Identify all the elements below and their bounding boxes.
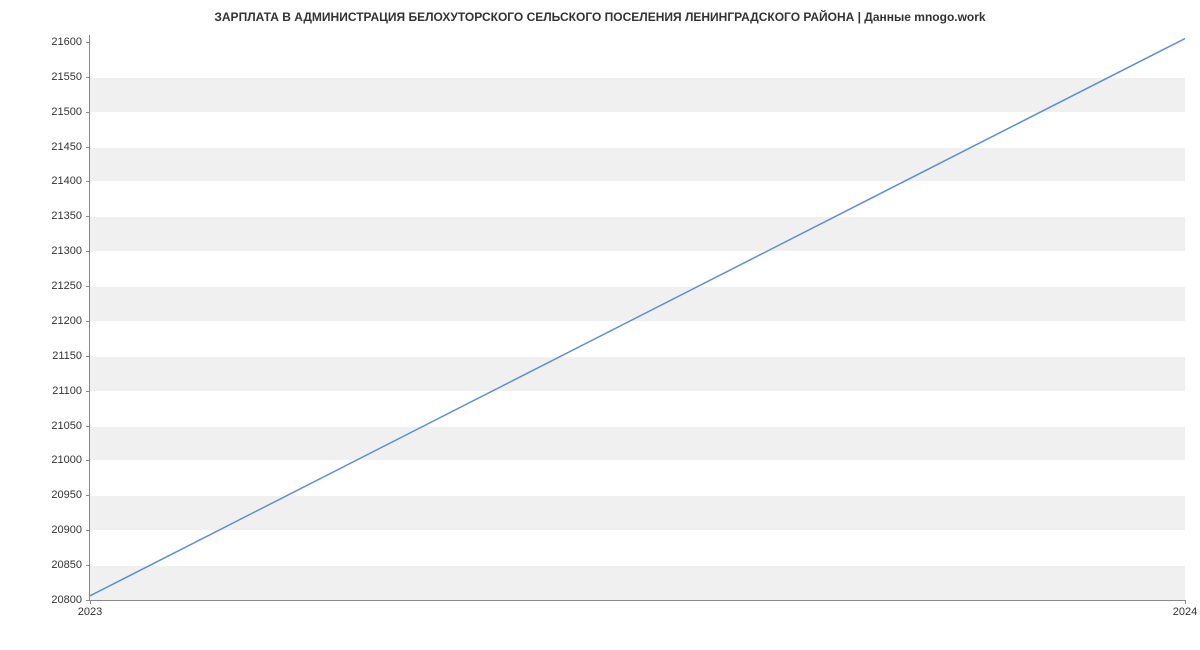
grid-line bbox=[90, 356, 1185, 357]
grid-line bbox=[90, 460, 1185, 461]
y-tick-label: 20800 bbox=[51, 594, 82, 606]
y-tick-label: 21500 bbox=[51, 106, 82, 118]
grid-band bbox=[90, 356, 1185, 391]
x-axis-line bbox=[90, 600, 1185, 601]
y-tick-label: 21000 bbox=[51, 454, 82, 466]
y-tick-label: 20850 bbox=[51, 559, 82, 571]
grid-band bbox=[90, 286, 1185, 321]
y-tick-label: 21150 bbox=[52, 350, 82, 362]
y-tick-label: 21550 bbox=[51, 71, 82, 83]
grid-line bbox=[90, 495, 1185, 496]
y-tick-label: 21100 bbox=[52, 385, 82, 397]
y-tick-label: 21050 bbox=[51, 420, 82, 432]
grid-line bbox=[90, 112, 1185, 113]
grid-band bbox=[90, 77, 1185, 112]
grid-line bbox=[90, 530, 1185, 531]
grid-band bbox=[90, 426, 1185, 461]
grid-line bbox=[90, 286, 1185, 287]
grid-line bbox=[90, 216, 1185, 217]
plot-background: 2080020850209002095021000210502110021150… bbox=[90, 35, 1185, 600]
y-tick-label: 20900 bbox=[51, 524, 82, 536]
grid-line bbox=[90, 181, 1185, 182]
grid-line bbox=[90, 42, 1185, 43]
chart-title: ЗАРПЛАТА В АДМИНИСТРАЦИЯ БЕЛОХУТОРСКОГО … bbox=[0, 0, 1200, 24]
grid-band bbox=[90, 216, 1185, 251]
grid-band bbox=[90, 565, 1185, 600]
x-tick-label: 2023 bbox=[78, 606, 102, 618]
y-tick-label: 21200 bbox=[51, 315, 82, 327]
y-tick-label: 21350 bbox=[51, 210, 82, 222]
y-tick-label: 21450 bbox=[51, 141, 82, 153]
y-tick-label: 21300 bbox=[51, 245, 82, 257]
grid-band bbox=[90, 495, 1185, 530]
grid-line bbox=[90, 391, 1185, 392]
x-tick-mark bbox=[1185, 600, 1186, 604]
grid-line bbox=[90, 426, 1185, 427]
y-tick-label: 20950 bbox=[51, 489, 82, 501]
y-axis-line bbox=[89, 35, 90, 600]
x-tick-label: 2024 bbox=[1173, 606, 1197, 618]
grid-line bbox=[90, 565, 1185, 566]
grid-line bbox=[90, 251, 1185, 252]
y-tick-label: 21600 bbox=[51, 36, 82, 48]
grid-band bbox=[90, 147, 1185, 182]
grid-line bbox=[90, 321, 1185, 322]
chart-plot-area: 2080020850209002095021000210502110021150… bbox=[90, 35, 1185, 600]
grid-line bbox=[90, 77, 1185, 78]
y-tick-label: 21250 bbox=[51, 280, 82, 292]
y-tick-label: 21400 bbox=[51, 175, 82, 187]
grid-line bbox=[90, 147, 1185, 148]
